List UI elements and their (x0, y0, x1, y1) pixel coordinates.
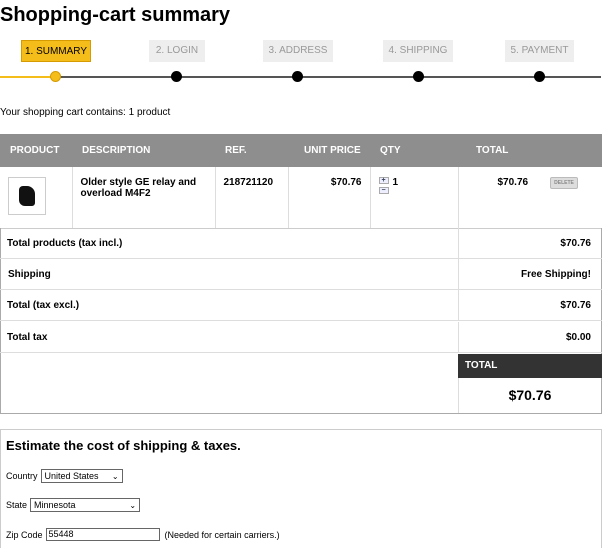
zip-note: (Needed for certain carriers.) (164, 529, 280, 540)
step-dot-login (171, 71, 182, 82)
estimate-title: Estimate the cost of shipping & taxes. (6, 438, 241, 453)
total-tax-excl-label: Total (tax excl.) (7, 300, 80, 311)
total-tax-row: Total tax $0.00 (0, 322, 602, 353)
totals-divider (458, 259, 459, 289)
total-products-value: $70.76 (560, 238, 591, 249)
total-tax-value: $0.00 (565, 332, 591, 343)
checkout-steps: 1. SUMMARY 2. LOGIN 3. ADDRESS 4. SHIPPI… (0, 40, 616, 90)
cart-item-row: Older style GE relay and overload M4F2 2… (0, 167, 602, 229)
shipping-label: Shipping (8, 269, 51, 280)
zip-row: Zip Code 55448 (Needed for certain carri… (6, 528, 280, 541)
totals-border-bottom (0, 413, 602, 414)
grand-total-value: $70.76 (508, 387, 552, 403)
country-value: United States (44, 471, 99, 481)
totals-divider (458, 228, 459, 258)
qty-minus-icon[interactable]: − (378, 187, 389, 194)
total-cell: $70.76 DELETE (458, 167, 602, 229)
step-dot-payment (534, 71, 545, 82)
zip-code-input[interactable]: 55448 (45, 528, 160, 541)
product-cell (0, 167, 73, 229)
product-total: $70.76 (497, 177, 529, 188)
state-label: State (6, 500, 28, 510)
step-dot-address (292, 71, 303, 82)
cart-table: PRODUCT DESCRIPTION REF. UNIT PRICE QTY … (0, 134, 602, 229)
total-tax-excl-value: $70.76 (560, 300, 591, 311)
country-row: Country United States ⌄ (6, 469, 123, 483)
chevron-down-icon: ⌄ (129, 500, 137, 510)
step-track-progress (0, 76, 56, 78)
header-unit-price: UNIT PRICE (304, 145, 361, 156)
qty-cell: + − 1 (370, 167, 459, 229)
product-unit-price: $70.76 (288, 167, 371, 229)
header-ref: REF. (225, 145, 247, 156)
state-select[interactable]: Minnesota ⌄ (30, 498, 141, 512)
step-shipping[interactable]: 4. SHIPPING (383, 40, 453, 62)
product-thumbnail[interactable] (8, 177, 46, 215)
qty-plus-icon[interactable]: + (378, 177, 389, 184)
delete-button[interactable]: DELETE (550, 177, 578, 189)
qty-value[interactable]: 1 (393, 177, 399, 188)
step-address[interactable]: 3. ADDRESS (263, 40, 333, 62)
relay-product-image (19, 186, 35, 206)
country-label: Country (6, 471, 38, 481)
state-row: State Minnesota ⌄ (6, 498, 141, 512)
header-description: DESCRIPTION (82, 145, 151, 156)
chevron-down-icon: ⌄ (111, 471, 119, 481)
step-login[interactable]: 2. LOGIN (149, 40, 205, 62)
shipping-row: Shipping Free Shipping! (0, 259, 602, 290)
step-dot-shipping (413, 71, 424, 82)
page-title: Shopping-cart summary (0, 4, 231, 26)
step-summary[interactable]: 1. SUMMARY (21, 40, 91, 62)
total-products-label: Total products (tax incl.) (7, 238, 123, 249)
header-product: PRODUCT (10, 145, 60, 156)
total-tax-label: Total tax (7, 332, 48, 343)
grand-total-label: TOTAL (458, 354, 602, 378)
state-value: Minnesota (34, 500, 76, 510)
zip-label: Zip Code (6, 529, 43, 540)
header-total: TOTAL (476, 145, 509, 156)
step-dot-summary (50, 71, 61, 82)
product-ref: 218721120 (215, 167, 289, 229)
country-select[interactable]: United States ⌄ (40, 469, 123, 483)
totals-divider (458, 290, 459, 320)
total-products-row: Total products (tax incl.) $70.76 (0, 228, 602, 259)
estimate-shipping-box: Estimate the cost of shipping & taxes. C… (0, 429, 602, 548)
shipping-value: Free Shipping! (521, 269, 591, 280)
total-tax-excl-row: Total (tax excl.) $70.76 (0, 290, 602, 321)
cart-count-text: Your shopping cart contains: 1 product (0, 107, 171, 118)
product-description[interactable]: Older style GE relay and overload M4F2 (72, 167, 216, 229)
cart-header-row: PRODUCT DESCRIPTION REF. UNIT PRICE QTY … (0, 134, 602, 167)
header-qty: QTY (380, 145, 401, 156)
totals-divider (458, 322, 459, 352)
step-payment[interactable]: 5. PAYMENT (505, 40, 574, 62)
